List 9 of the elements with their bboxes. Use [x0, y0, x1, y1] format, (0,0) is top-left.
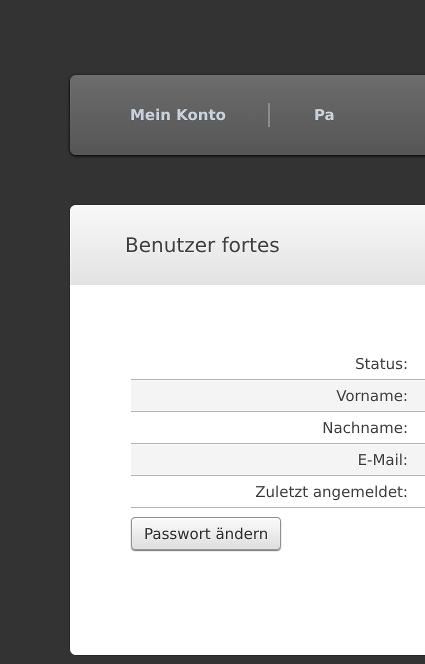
field-label: Nachname:	[321, 418, 408, 436]
nav-link[interactable]: Pa	[314, 106, 335, 124]
card-title: Benutzer fortes	[125, 233, 280, 257]
field-label: E-Mail:	[356, 450, 408, 468]
change-password-button[interactable]: Passwort ändern	[131, 517, 282, 550]
field-label: Status:	[354, 354, 408, 372]
field-label: Vorname:	[335, 386, 408, 404]
nav-link[interactable]: Mein Konto	[130, 106, 226, 124]
field-label: Zuletzt angemeldet:	[254, 482, 408, 500]
